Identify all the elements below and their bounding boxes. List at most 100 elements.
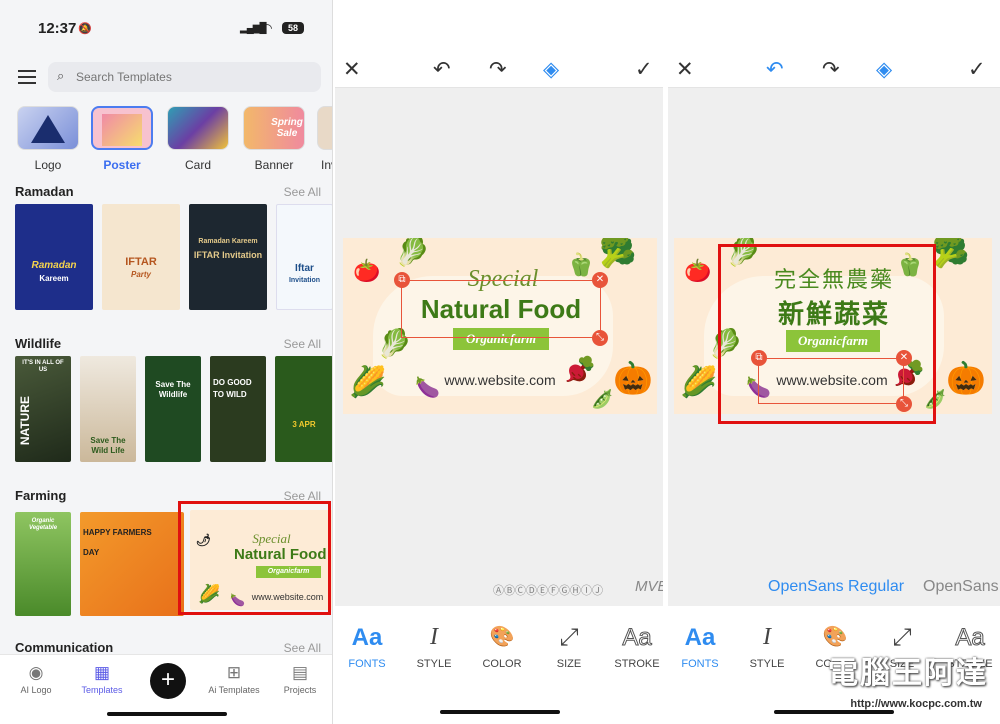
card-text: Wild Life [91, 446, 125, 455]
tool-color[interactable]: 🎨 COLOR [472, 624, 532, 670]
banner-website-text[interactable]: www.website.com [425, 372, 575, 388]
tool-style[interactable]: I STYLE [737, 624, 797, 670]
pumpkin-icon: 🎃 [946, 360, 986, 396]
stroke-icon: Aa [622, 624, 652, 652]
tool-size[interactable]: ⤢ SIZE [539, 624, 599, 670]
see-all-link[interactable]: See All [284, 641, 321, 655]
ai-logo-icon: ◉ [28, 663, 44, 682]
card-text: TO WILD [213, 390, 247, 399]
template-card[interactable]: Organic Vegetable [15, 512, 71, 616]
card-text: IT'S IN ALL OF US [22, 360, 64, 373]
leaf-icon: 🥬 [395, 238, 430, 267]
nav-templates[interactable]: ▦ Templates [72, 663, 132, 695]
tool-style[interactable]: I STYLE [404, 624, 464, 670]
tool-label: COLOR [482, 658, 522, 670]
template-card[interactable]: Iftar Invitation [276, 204, 332, 310]
category-label: Logo [34, 158, 62, 172]
copy-handle-icon[interactable]: ⧉ [394, 272, 410, 288]
tool-stroke[interactable]: Aa STROKE [607, 624, 663, 671]
kale-icon: 🥦 [932, 238, 970, 269]
card-text: 3 APR [292, 420, 316, 429]
card-text: IFTAR [125, 256, 157, 268]
bottom-navigation: ◉ AI Logo ▦ Templates + ⊞ Ai Templates ▤… [0, 654, 332, 724]
category-label: Card [184, 158, 211, 172]
fonts-icon: Aa [351, 624, 383, 651]
peas-icon: 🫛 [591, 389, 614, 409]
battery-icon: 58 [282, 22, 304, 34]
layers-icon[interactable]: ◈ [876, 58, 892, 82]
card-text: Invitation [288, 277, 321, 284]
category-banner[interactable]: Spring Sale Banner [243, 106, 305, 172]
close-icon[interactable]: ✕ [676, 58, 694, 82]
card-text: Save The [155, 380, 191, 389]
redo-icon[interactable]: ↷ [822, 58, 840, 82]
nav-ai-logo[interactable]: ◉ AI Logo [6, 663, 66, 695]
nav-projects[interactable]: ▤ Projects [270, 663, 330, 695]
section-ramadan: Ramadan See All Ramadan Kareem IFTAR Par… [0, 184, 332, 314]
watermark-url: http://www.kocpc.com.tw [850, 698, 982, 710]
undo-icon[interactable]: ↶ [766, 58, 784, 82]
delete-handle-icon[interactable]: ✕ [592, 272, 608, 288]
card-text: DO GOOD [213, 378, 252, 387]
card-text: NATURE [18, 396, 32, 446]
nav-label: Projects [283, 685, 317, 695]
template-card[interactable]: Ramadan Kareem [15, 204, 93, 310]
close-icon[interactable]: ✕ [343, 58, 361, 82]
tool-fonts[interactable]: Aa FONTS [670, 624, 730, 670]
see-all-link[interactable]: See All [284, 337, 321, 351]
template-card[interactable]: Save The Wild Life [80, 356, 136, 462]
template-card[interactable]: 3 APR [275, 356, 332, 462]
nav-ai-templates[interactable]: ⊞ Ai Templates [204, 663, 264, 695]
corn-icon: 🌽 [349, 366, 387, 399]
tool-fonts[interactable]: Aa FONTS [337, 624, 397, 670]
resize-icon: ⤢ [559, 624, 579, 651]
card-text: Wildlife [158, 390, 188, 399]
editor-screen-edited: ✕ ↶ ↷ ◈ ✓ 🍅 🥬 🫑 🥦 🥬 🌽 🍆 🫜 🎃 🫛 完全無農藥 新鮮蔬菜… [668, 0, 1000, 724]
category-logo[interactable]: Logo [17, 106, 79, 172]
card-text: IFTAR Invitation [193, 250, 263, 260]
search-icon: ⌕ [57, 68, 65, 83]
section-title: Ramadan [15, 184, 74, 199]
nav-label: Templates [81, 685, 123, 695]
template-card[interactable]: IT'S IN ALL OF US NATURE [15, 356, 71, 462]
font-option[interactable]: OpenSans Regular [768, 578, 904, 596]
font-option[interactable]: ⒶⒷⒸⒹⒺⒻⒼⒽⒾⒿ [493, 582, 603, 598]
create-plus-button[interactable]: + [150, 663, 186, 699]
editor-screen-original: ✕ ↶ ↷ ◈ ✓ 🍅 🥬 🫑 🥦 🥬 🌽 🍆 🫜 🎃 🫛 Special Na… [335, 0, 665, 724]
home-indicator [774, 710, 894, 714]
search-bar[interactable]: ⌕ [48, 62, 321, 92]
category-poster[interactable]: Poster [91, 106, 153, 172]
template-card[interactable]: Save The Wildlife [145, 356, 201, 462]
card-text: DAY [83, 548, 100, 557]
palette-icon: 🎨 [489, 626, 515, 648]
undo-icon[interactable]: ↶ [433, 58, 451, 82]
category-invitation[interactable]: Inv [317, 106, 332, 172]
search-input[interactable] [76, 62, 306, 92]
category-strip: Logo Poster Card Spring Sale Banner Inv [0, 106, 332, 176]
redo-icon[interactable]: ↷ [489, 58, 507, 82]
section-wildlife: Wildlife See All IT'S IN ALL OF US NATUR… [0, 336, 332, 466]
card-text: Party [130, 270, 151, 279]
resize-handle-icon[interactable]: ⤡ [592, 330, 608, 346]
watermark-logo: 電腦王阿達 [828, 657, 988, 690]
template-card[interactable]: Ramadan Kareem IFTAR Invitation [189, 204, 267, 310]
tool-label: STYLE [416, 658, 452, 670]
template-card[interactable]: DO GOOD TO WILD [210, 356, 266, 462]
text-selection-box[interactable] [401, 280, 601, 338]
confirm-check-icon[interactable]: ✓ [968, 58, 986, 82]
wifi-icon: ◠ [262, 21, 273, 35]
category-card[interactable]: Card [167, 106, 229, 172]
section-title: Wildlife [15, 336, 62, 351]
projects-icon: ▤ [291, 663, 309, 682]
status-time: 12:37 [38, 20, 77, 37]
template-card[interactable]: IFTAR Party [102, 204, 180, 310]
card-text: Kareem [39, 274, 69, 283]
nav-label: AI Logo [20, 685, 52, 695]
layers-icon[interactable]: ◈ [543, 58, 559, 82]
font-option[interactable]: OpenSans [923, 578, 999, 596]
hamburger-menu-icon[interactable] [18, 70, 36, 84]
template-card[interactable]: HAPPY FARMERS DAY [80, 512, 184, 616]
banner-canvas[interactable]: 🍅 🥬 🫑 🥦 🥬 🌽 🍆 🫜 🎃 🫛 Special Natural Food… [343, 238, 657, 414]
confirm-check-icon[interactable]: ✓ [635, 58, 653, 82]
see-all-link[interactable]: See All [284, 185, 321, 199]
